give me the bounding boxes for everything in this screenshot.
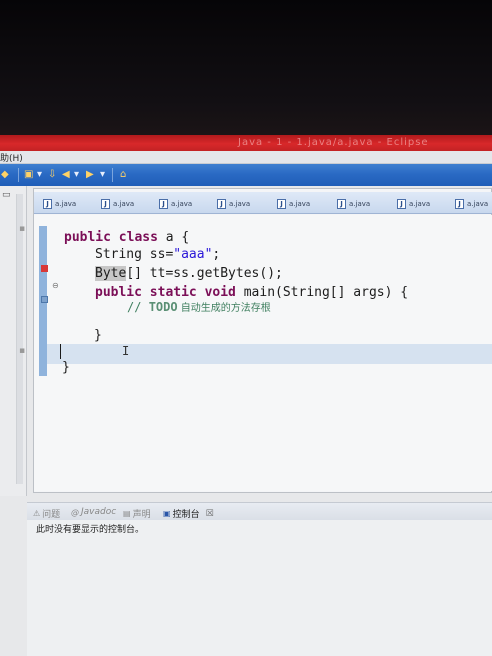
editor-tab[interactable]: Ja.java (98, 196, 138, 211)
window-title: Java - 1 - 1.java/a.java - Eclipse (238, 137, 429, 148)
bottom-panel-tabs: ⚠ 问题 @ Javadoc ▤ 声明 ▣ 控制台 ☒ (27, 502, 492, 520)
code-line-8: } (62, 360, 70, 375)
editor-tab-label: a.java (289, 199, 311, 208)
editor-tab-label: a.java (55, 199, 77, 208)
editor-tab-label: a.java (467, 199, 489, 208)
java-file-icon: J (217, 198, 226, 209)
code-line-5: // TODO 自动生成的方法存根 (127, 300, 271, 314)
fold-toggle-icon[interactable]: ⊖ (52, 281, 59, 290)
editor-tab-label: a.java (171, 199, 193, 208)
java-file-icon: J (455, 198, 464, 209)
java-file-icon: J (43, 198, 52, 209)
java-file-icon: J (159, 198, 168, 209)
editor-tab[interactable]: Ja.java (334, 196, 374, 211)
toolbar-separator (112, 168, 113, 182)
editor-tab[interactable]: Ja.java (452, 196, 492, 211)
java-file-icon: J (277, 198, 286, 209)
code-line-6: } (94, 328, 102, 343)
monitor-bezel-area (0, 0, 492, 135)
current-line-highlight (47, 344, 492, 364)
tab-console[interactable]: ▣ 控制台 ☒ (163, 507, 214, 521)
editor-tab[interactable]: Ja.java (394, 196, 434, 211)
next-annotation-icon[interactable]: ⇩ (48, 169, 56, 181)
problems-icon: ⚠ (33, 509, 41, 518)
minimize-icon[interactable]: ▭ (2, 190, 11, 200)
vertical-scrollbar[interactable] (16, 194, 23, 484)
window-titlebar[interactable]: Java - 1 - 1.java/a.java - Eclipse (0, 135, 492, 151)
back-arrow-icon[interactable]: ◀ (62, 169, 70, 181)
pin-editor-icon[interactable]: ⌂ (120, 169, 126, 181)
menu-help[interactable]: 助(H) (0, 151, 23, 164)
chevron-down-icon[interactable]: ▾ (100, 169, 105, 181)
package-explorer-panel: ▭ ▪ ▪ (0, 186, 27, 496)
code-line-4: public static void main(String[] args) { (95, 285, 409, 300)
chevron-down-icon[interactable]: ▾ (74, 169, 79, 181)
editor-tab[interactable]: Ja.java (156, 196, 196, 211)
tab-declaration[interactable]: ▤ 声明 (123, 507, 151, 520)
scroll-mark-icon: ▪ (19, 346, 26, 356)
console-empty-message: 此时没有要显示的控制台。 (36, 525, 145, 535)
tab-problems[interactable]: ⚠ 问题 (33, 507, 60, 520)
editor-tab-label: a.java (113, 199, 135, 208)
java-file-icon: J (101, 198, 110, 209)
close-icon[interactable]: ☒ (206, 509, 214, 519)
new-icon[interactable]: ◆ (1, 169, 9, 181)
editor-tab-strip: Ja.java Ja.java Ja.java Ja.java Ja.java … (34, 192, 492, 214)
editor-tab[interactable]: Ja.java (40, 196, 80, 211)
editor-tab[interactable]: Ja.java (214, 196, 254, 211)
console-icon: ▣ (163, 509, 171, 518)
console-view[interactable] (27, 520, 492, 656)
java-file-icon: J (397, 198, 406, 209)
toolbar-separator (18, 168, 19, 182)
editor-tab-label: a.java (229, 199, 251, 208)
java-file-icon: J (337, 198, 346, 209)
editor-tab[interactable]: Ja.java (274, 196, 314, 211)
code-line-2: String ss="aaa"; (95, 247, 221, 262)
tab-javadoc[interactable]: @ Javadoc (71, 507, 116, 517)
ibeam-cursor-icon: I (122, 344, 130, 358)
task-marker-icon[interactable] (41, 296, 48, 303)
code-line-3: Byte[] tt=ss.getBytes(); (95, 266, 283, 281)
error-marker-icon[interactable] (41, 265, 48, 272)
javadoc-icon: @ (71, 507, 79, 517)
chevron-down-icon[interactable]: ▾ (37, 169, 42, 181)
code-line-1: public class a { (64, 230, 190, 245)
editor-tab-label: a.java (349, 199, 371, 208)
main-toolbar: ◆ ▣ ▾ ⇩ ◀ ▾ ▶ ▾ ⌂ (0, 164, 492, 186)
menubar: 助(H) (0, 151, 492, 164)
declaration-icon: ▤ (123, 509, 131, 518)
editor-tab-label: a.java (409, 199, 431, 208)
text-caret (60, 344, 61, 359)
forward-arrow-icon[interactable]: ▶ (86, 169, 94, 181)
scroll-mark-icon: ▪ (19, 224, 26, 234)
search-icon[interactable]: ▣ (24, 169, 33, 181)
